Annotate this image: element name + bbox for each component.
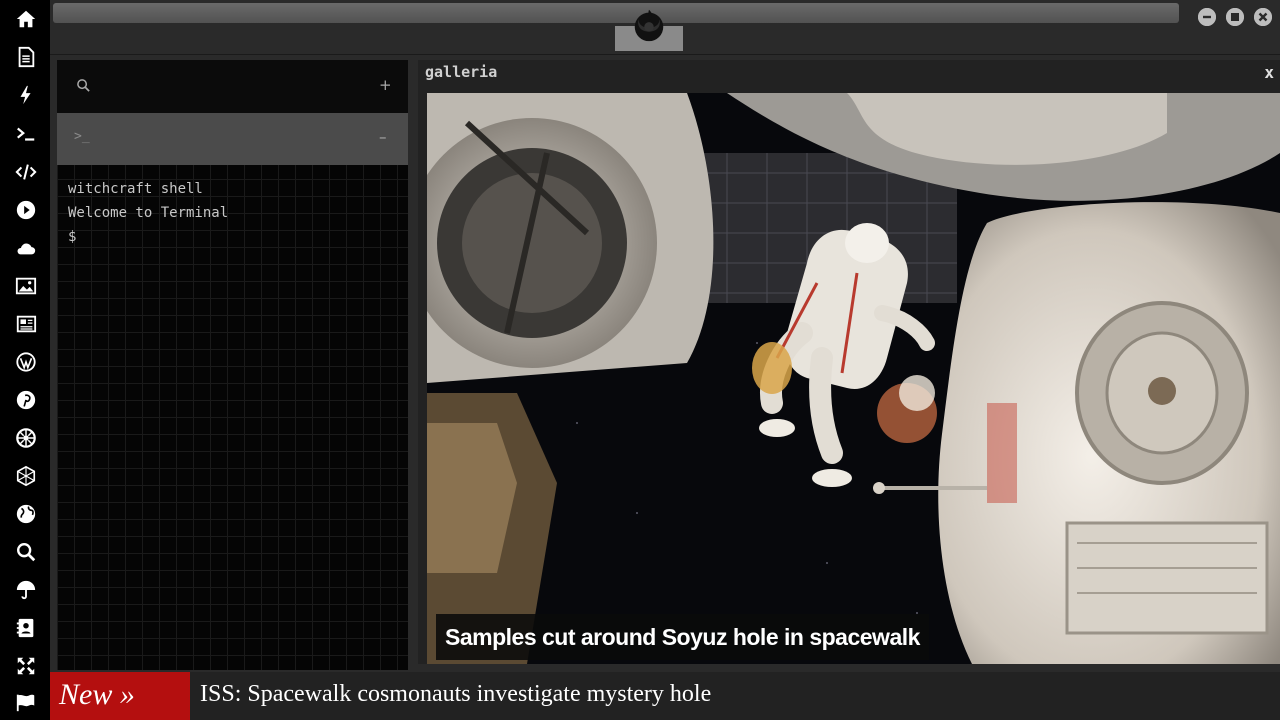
code-icon[interactable] [13, 159, 39, 185]
terminal-prompt: $ [68, 229, 77, 245]
contacts-icon[interactable] [13, 615, 39, 641]
gallery-panel: galleria x Samples cut around Soyuz hole… [418, 60, 1280, 664]
globe-icon[interactable] [13, 501, 39, 527]
maximize-button[interactable] [1226, 8, 1244, 26]
top-bar [50, 0, 1280, 55]
newspaper-icon[interactable] [13, 311, 39, 337]
terminal-prompt-icon: >_ [74, 129, 90, 144]
app-sidebar [0, 0, 50, 720]
terminal-line: witchcraft shell [68, 181, 203, 197]
rebel-alliance-icon[interactable] [630, 6, 668, 44]
flag-icon[interactable] [13, 689, 39, 715]
new-badge: New » [50, 672, 190, 720]
ticker-headline[interactable]: ISS: Spacewalk cosmonauts investigate my… [200, 672, 711, 716]
umbrella-icon[interactable] [13, 577, 39, 603]
news-ticker[interactable]: New » ISS: Spacewalk cosmonauts investig… [50, 672, 1280, 720]
close-icon [1254, 8, 1272, 26]
expand-icon[interactable] [13, 653, 39, 679]
terminal-search-row[interactable]: + [57, 60, 408, 113]
collapse-button[interactable]: – [379, 128, 387, 146]
image-icon[interactable] [13, 273, 39, 299]
minimize-icon [1198, 8, 1216, 26]
add-button[interactable]: + [379, 76, 392, 94]
maximize-icon [1226, 8, 1244, 26]
search-icon[interactable] [76, 78, 91, 97]
bolt-icon[interactable] [13, 82, 39, 108]
home-icon[interactable] [13, 6, 39, 32]
terminal-prompt-row[interactable]: >_ – [57, 113, 408, 165]
gallery-image[interactable]: Samples cut around Soyuz hole in spacewa… [427, 93, 1280, 664]
terminal-line: Welcome to Terminal [68, 205, 229, 221]
terminal-icon[interactable] [13, 121, 39, 147]
pinterest-icon[interactable] [13, 387, 39, 413]
close-window-button[interactable] [1254, 8, 1272, 26]
image-caption: Samples cut around Soyuz hole in spacewa… [436, 614, 929, 660]
minimize-button[interactable] [1198, 8, 1216, 26]
wordpress-icon[interactable] [13, 349, 39, 375]
gallery-title: galleria [425, 63, 498, 81]
play-icon[interactable] [13, 197, 39, 223]
gallery-close-button[interactable]: x [1264, 63, 1274, 82]
network-icon[interactable] [13, 463, 39, 489]
empire-icon[interactable] [13, 425, 39, 451]
terminal-output[interactable]: witchcraft shell Welcome to Terminal $ [68, 177, 228, 249]
document-icon[interactable] [13, 44, 39, 70]
terminal-panel: + >_ – witchcraft shell Welcome to Termi… [57, 60, 408, 670]
cloud-icon[interactable] [13, 235, 39, 261]
search-icon[interactable] [13, 539, 39, 565]
address-bar[interactable] [53, 3, 1179, 23]
